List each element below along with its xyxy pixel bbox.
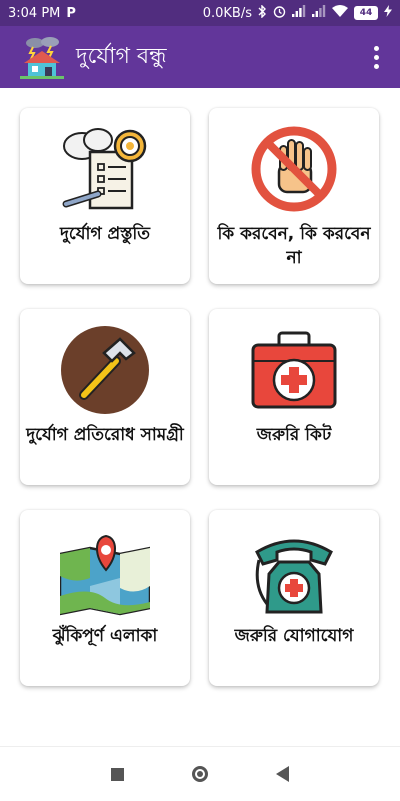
card-dos-and-donts[interactable]: কি করবেন, কি করবেন না xyxy=(209,108,379,284)
card-disaster-preparation[interactable]: দুর্যোগ প্রস্তুতি xyxy=(20,108,190,284)
back-button[interactable] xyxy=(276,766,289,782)
hammer-icon xyxy=(61,326,149,414)
card-label: দুর্যোগ প্রতিরোধ সামগ্রী xyxy=(26,425,184,445)
card-label: কি করবেন, কি করবেন না xyxy=(217,224,371,268)
status-time: 3:04 PM xyxy=(8,5,61,21)
stop-hand-icon xyxy=(251,126,337,212)
recent-apps-button[interactable] xyxy=(111,767,124,781)
app-bar: দুর্যোগ বন্ধু xyxy=(0,26,400,88)
house-storm-logo-icon xyxy=(20,37,64,79)
app-title: দুর্যোগ বন্ধু xyxy=(76,43,167,69)
notification-app-icon: P xyxy=(66,5,76,21)
first-aid-kit-icon xyxy=(251,331,337,409)
card-risky-areas[interactable]: ঝুঁকিপূর্ণ এলাকা xyxy=(20,510,190,686)
signal-icon-2 xyxy=(312,5,326,21)
home-button[interactable] xyxy=(192,766,208,782)
emergency-phone-icon xyxy=(255,539,333,614)
card-emergency-contact[interactable]: জরুরি যোগাযোগ xyxy=(209,510,379,686)
checklist-gear-icon xyxy=(62,128,147,210)
status-bar: 3:04 PM P 0.0KB/s 44 xyxy=(0,0,400,26)
card-label: জরুরি যোগাযোগ xyxy=(234,626,354,646)
battery-icon: 44 xyxy=(354,6,378,20)
signal-icon-1 xyxy=(292,5,306,21)
alarm-icon xyxy=(273,5,286,22)
map-pin-icon xyxy=(60,534,150,616)
card-label: জরুরি কিট xyxy=(256,425,332,445)
card-label: দুর্যোগ প্রস্তুতি xyxy=(59,224,151,244)
charging-icon xyxy=(384,5,392,21)
network-speed: 0.0KB/s xyxy=(202,5,252,21)
bluetooth-icon xyxy=(258,3,267,22)
system-nav-bar xyxy=(0,746,400,801)
card-label: ঝুঁকিপূর্ণ এলাকা xyxy=(52,626,158,646)
wifi-icon xyxy=(332,5,348,21)
card-emergency-kit[interactable]: জরুরি কিট xyxy=(209,309,379,485)
card-prevention-materials[interactable]: দুর্যোগ প্রতিরোধ সামগ্রী xyxy=(20,309,190,485)
overflow-menu-button[interactable] xyxy=(364,45,388,69)
